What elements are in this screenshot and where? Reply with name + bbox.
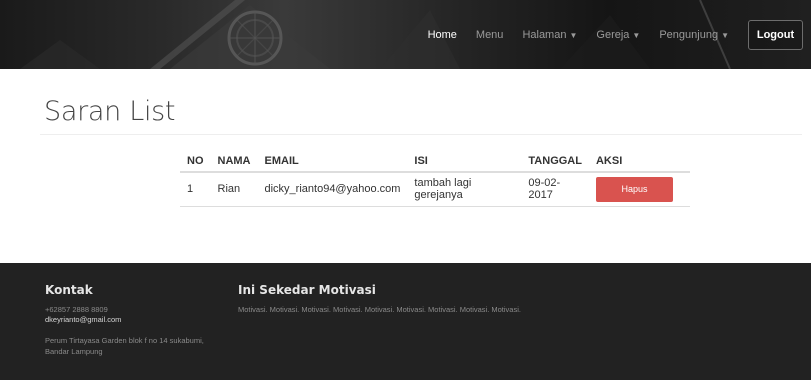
main-nav: Home Menu Halaman ▼ Gereja ▼ Pengunjung ▼ L… [428,0,811,69]
nav-home[interactable]: Home [428,29,457,41]
nav-gereja-dropdown[interactable]: Gereja ▼ [596,29,640,41]
nav-pengunjung-dropdown[interactable]: Pengunjung ▼ [659,29,729,41]
table-header-row: NO NAMA EMAIL ISI TANGGAL AKSI [180,150,690,173]
kontak-heading: Kontak [45,283,93,297]
footer: Kontak +62857 2888 8809 dkeyrianto@gmail… [0,263,811,380]
saran-table: NO NAMA EMAIL ISI TANGGAL AKSI 1 Rian di… [180,150,690,207]
contact-address: Perum Tirtayasa Garden blok f no 14 suka… [45,336,204,356]
nav-halaman-dropdown[interactable]: Halaman ▼ [522,29,577,41]
caret-down-icon: ▼ [721,30,729,40]
caret-down-icon: ▼ [632,30,641,40]
footer-motivasi: Ini Sekedar Motivasi Motivasi. Motivasi.… [238,283,638,315]
footer-kontak: Kontak +62857 2888 8809 dkeyrianto@gmail… [45,283,230,357]
column-header-tanggal: TANGGAL [521,150,589,173]
contact-phone: +62857 2888 8809 [45,305,108,314]
cell-no: 1 [187,183,194,196]
table-row: 1 Rian dicky_rianto94@yahoo.com tambah l… [180,172,690,206]
motivasi-heading: Ini Sekedar Motivasi [238,283,376,297]
motivasi-text: Motivasi. Motivasi. Motivasi. Motivasi. … [238,305,521,314]
logout-button[interactable]: Logout [748,19,803,50]
caret-down-icon: ▼ [569,30,578,40]
nav-menu[interactable]: Menu [476,29,504,41]
title-divider [40,134,802,135]
header-banner: Home Menu Halaman ▼ Gereja ▼ Pengunjung ▼ L… [0,0,811,69]
cell-nama: Rian [217,183,241,196]
column-header-no: NO [180,150,211,173]
cell-tanggal: 09-02-2017 [528,177,561,202]
column-header-isi: ISI [407,150,522,173]
contact-email[interactable]: dkeyrianto@gmail.com [45,315,230,325]
column-header-nama: NAMA [210,150,258,173]
cell-email: dicky_rianto94@yahoo.com [264,183,401,196]
page-title: Saran List [44,96,176,127]
column-header-aksi: AKSI [588,150,690,173]
hapus-button[interactable]: Hapus [595,176,673,202]
cell-isi: tambah lagi gerejanya [414,177,472,202]
cell-aksi: Hapus [589,172,690,206]
column-header-email: EMAIL [257,150,408,173]
